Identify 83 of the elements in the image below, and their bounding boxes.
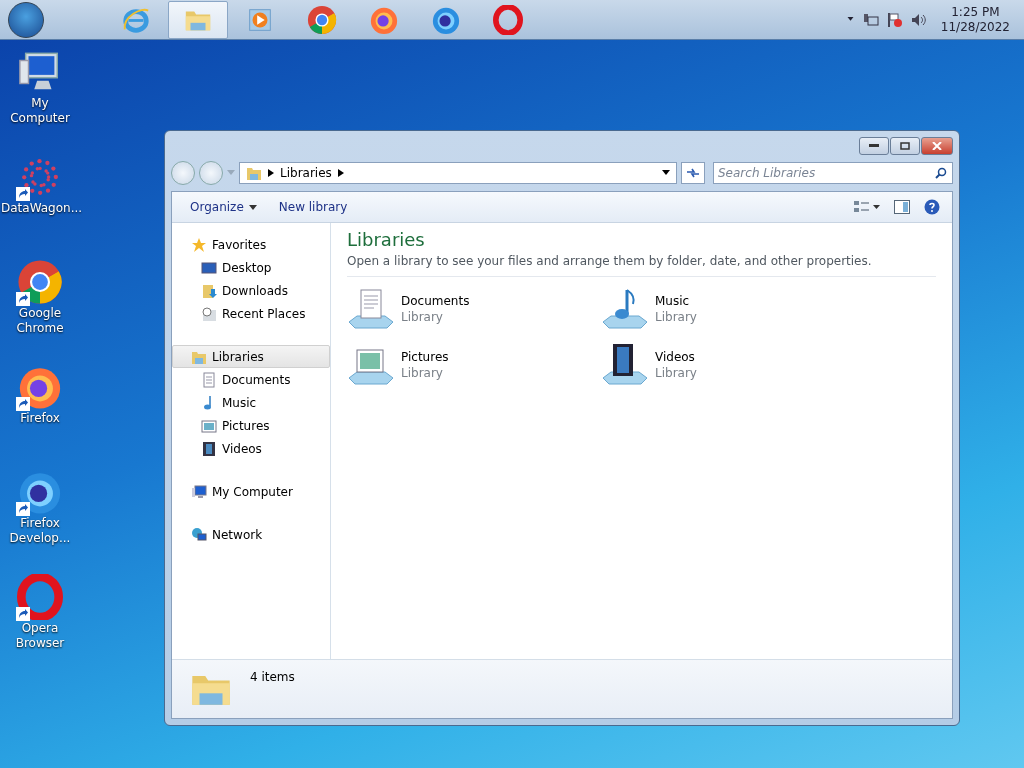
caret-icon[interactable] xyxy=(845,16,855,23)
globe-computer-icon xyxy=(191,526,207,543)
start-button[interactable] xyxy=(8,1,44,38)
nav-label[interactable]: Downloads xyxy=(222,283,288,298)
opera-logo-icon xyxy=(17,574,63,620)
desktop-icon-label[interactable]: Opera Browser xyxy=(1,621,79,651)
folder-arrow-icon xyxy=(201,282,217,299)
nav-item[interactable]: Network xyxy=(172,523,330,546)
nav-label[interactable]: My Computer xyxy=(212,484,293,499)
chrome-logo-icon xyxy=(17,259,63,305)
computer-icon xyxy=(191,483,207,500)
library-type: Library xyxy=(655,366,697,380)
library-type: Library xyxy=(655,310,697,324)
desktop-icon-label[interactable]: Google Chrome xyxy=(1,306,79,336)
caret-icon[interactable] xyxy=(248,204,257,210)
nav-item[interactable]: Downloads xyxy=(172,279,330,302)
desktop-icon-label[interactable]: DataWagon... xyxy=(1,201,79,216)
nav-label[interactable]: Libraries xyxy=(212,349,264,364)
minimize-icon[interactable] xyxy=(869,144,879,148)
flag-error-icon[interactable] xyxy=(886,11,903,28)
toolbar-button[interactable]: New library xyxy=(272,196,354,218)
chevron-right-icon[interactable] xyxy=(268,169,274,177)
library-name[interactable]: Music xyxy=(655,294,697,308)
view-options-icon[interactable] xyxy=(854,200,880,214)
chevron-right-icon[interactable] xyxy=(337,169,344,177)
item-count: 4 items xyxy=(250,670,295,684)
library-name[interactable]: Documents xyxy=(401,294,470,308)
document-library-icon xyxy=(347,286,395,332)
desktop-icon-label[interactable]: Firefox xyxy=(1,411,79,426)
nav-item[interactable]: Pictures xyxy=(172,414,330,437)
nav-label[interactable]: Desktop xyxy=(222,260,272,275)
nav-item[interactable]: Videos xyxy=(172,437,330,460)
nav-item[interactable]: Documents xyxy=(172,368,330,391)
nav-label[interactable]: Favorites xyxy=(212,237,267,252)
nav-item[interactable]: My Computer xyxy=(172,480,330,503)
nav-item[interactable]: Desktop xyxy=(172,256,330,279)
nav-label[interactable]: Documents xyxy=(222,372,291,387)
preview-pane-icon[interactable] xyxy=(894,200,910,214)
document-icon xyxy=(201,371,217,388)
breadcrumb[interactable]: Libraries xyxy=(280,166,332,180)
libraries-folder-icon xyxy=(246,165,262,181)
nav-label[interactable]: Music xyxy=(222,395,257,410)
video-library-icon xyxy=(601,342,649,388)
library-name[interactable]: Videos xyxy=(655,350,697,364)
nav-label[interactable]: Recent Places xyxy=(222,306,306,321)
caret-icon[interactable] xyxy=(662,170,670,176)
nav-item[interactable]: Favorites xyxy=(172,233,330,256)
nav-label[interactable]: Pictures xyxy=(222,418,270,433)
clock-time: 1:25 PM xyxy=(951,5,1000,19)
minimize-button[interactable] xyxy=(859,137,889,155)
toolbar-button[interactable]: Organize xyxy=(184,196,263,218)
clock-folder-icon xyxy=(201,305,217,322)
library-type: Library xyxy=(401,310,444,324)
nav-label[interactable]: Network xyxy=(212,527,263,542)
desktop-icon-label[interactable]: My Computer xyxy=(1,96,79,126)
maximize-button[interactable] xyxy=(890,137,920,155)
maximize-icon[interactable] xyxy=(900,142,910,150)
star-icon xyxy=(191,236,207,253)
nav-item[interactable]: Recent Places xyxy=(172,302,330,325)
refresh-button[interactable] xyxy=(681,162,705,184)
opera-logo-icon xyxy=(493,4,523,35)
desktop-icon xyxy=(201,259,217,276)
chrome-logo-icon xyxy=(307,4,337,35)
nav-item[interactable]: Music xyxy=(172,391,330,414)
search-field[interactable]: Search Libraries xyxy=(713,162,953,184)
address-bar[interactable]: Libraries xyxy=(239,162,677,184)
refresh-arrows-icon[interactable] xyxy=(686,167,700,179)
clock-date: 11/28/2022 xyxy=(940,20,1010,34)
help-icon[interactable] xyxy=(924,199,940,215)
close-icon[interactable] xyxy=(932,142,942,150)
network-icon[interactable] xyxy=(862,11,879,28)
library-name[interactable]: Pictures xyxy=(401,350,449,364)
page-title: Libraries xyxy=(347,229,426,250)
nav-item[interactable]: Libraries xyxy=(172,345,330,368)
nav-label[interactable]: Videos xyxy=(222,441,262,456)
library-type: Library xyxy=(401,366,444,380)
page-subtitle: Open a library to see your files and arrange them by folder, date, and other properties. xyxy=(347,254,936,277)
music-library-icon xyxy=(601,286,649,332)
search-icon[interactable] xyxy=(935,167,947,179)
picture-icon xyxy=(201,417,217,434)
film-strip-icon xyxy=(201,440,217,457)
close-button[interactable] xyxy=(921,137,953,155)
desktop-icon-label[interactable]: Firefox Develop... xyxy=(1,516,79,546)
